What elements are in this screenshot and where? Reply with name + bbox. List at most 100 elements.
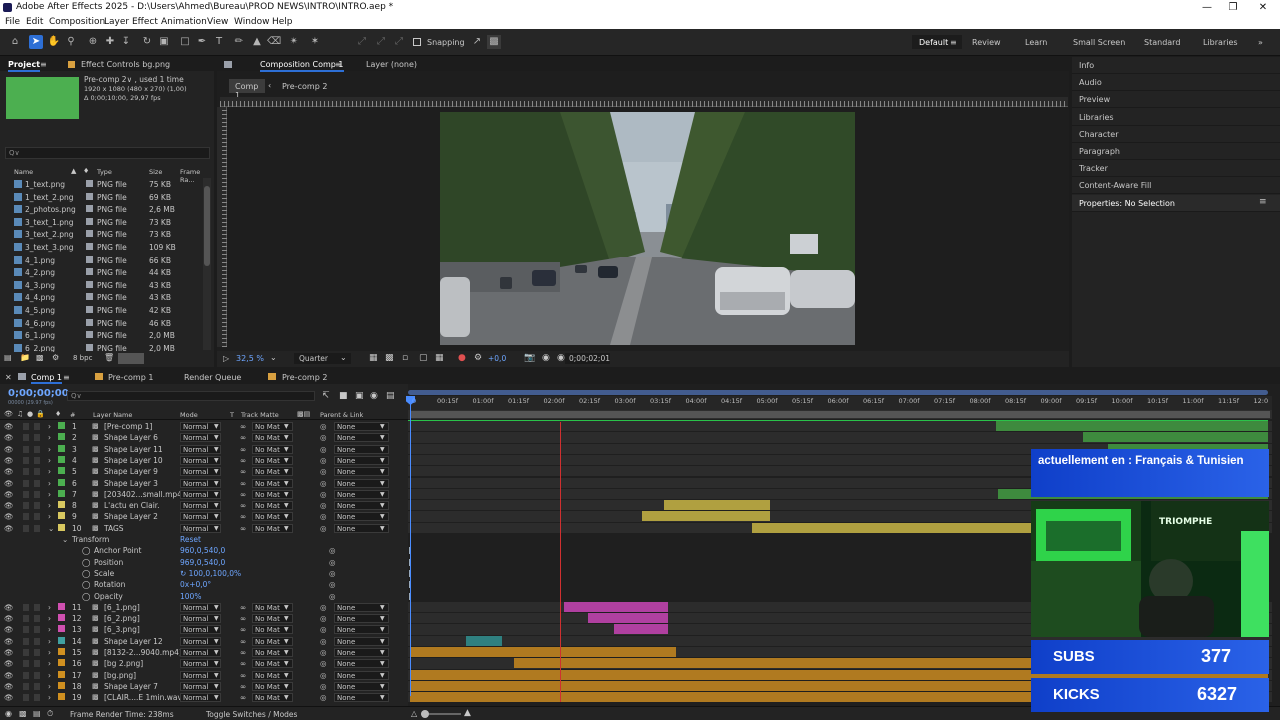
label-color-swatch[interactable] [58, 512, 65, 520]
delete-icon[interactable]: 🗑 [104, 353, 114, 362]
transform-reset[interactable]: Reset [180, 535, 201, 544]
reset-exposure-icon[interactable]: ⚙ [474, 353, 482, 363]
label-color-swatch[interactable] [58, 670, 65, 678]
visibility-eye-icon[interactable]: 👁 [4, 433, 14, 442]
pick-whip-icon[interactable]: ◎ [320, 456, 327, 465]
twirl-collapsed-icon[interactable]: › [48, 456, 51, 465]
selection-tool-icon[interactable]: ➤ [29, 35, 43, 49]
project-scrollbar[interactable] [203, 178, 211, 350]
visibility-eye-icon[interactable]: 👁 [4, 603, 14, 612]
tab-comp1[interactable]: Comp 1 [31, 373, 62, 384]
menu-file[interactable]: File [5, 15, 20, 29]
label-color-swatch[interactable] [58, 433, 65, 441]
property-value[interactable]: 969,0,540,0 [180, 558, 225, 567]
twirl-collapsed-icon[interactable]: › [48, 422, 51, 431]
transform-property[interactable]: ◯ Opacity 100% ◎ [0, 591, 408, 602]
transform-property[interactable]: ◯ Rotation 0x+0,0° ◎ [0, 579, 408, 590]
layer-name[interactable]: Shape Layer 12 [104, 637, 163, 646]
magnification-value[interactable]: 32,5 % [236, 354, 264, 363]
lock-toggle[interactable] [34, 660, 40, 668]
layer-row[interactable]: 👁 › 1 ▩ [Pre-comp 1] Normal ▼ ∞ No Mat ▼ ◎ None ▼ [0, 421, 408, 432]
label-tag-icon[interactable]: ♦ [83, 167, 89, 175]
menu-composition[interactable]: Composition [49, 15, 105, 29]
solo-toggle[interactable] [23, 445, 29, 453]
label-color-swatch[interactable] [58, 602, 65, 610]
label-color-swatch[interactable] [58, 467, 65, 475]
layer-name[interactable]: [Pre-comp 1] [104, 422, 152, 431]
project-file-row[interactable]: 2_photos.png PNG file 2,6 MB [0, 203, 212, 216]
solo-toggle[interactable] [23, 479, 29, 487]
lock-toggle[interactable] [34, 671, 40, 679]
zoom-out-icon[interactable]: △ [411, 709, 417, 718]
project-file-row[interactable]: 3_text_2.png PNG file 73 KB [0, 228, 212, 241]
pan-tool-icon[interactable]: ✚ [103, 35, 117, 49]
menu-effect[interactable]: Effect [132, 15, 158, 29]
grid-guides-icon[interactable]: ▦ [435, 353, 444, 363]
lock-toggle[interactable] [34, 682, 40, 690]
solo-toggle[interactable] [23, 468, 29, 476]
project-file-row[interactable]: 4_2.png PNG file 44 KB [0, 266, 212, 279]
visibility-eye-icon[interactable]: 👁 [4, 490, 14, 499]
layer-tab[interactable]: Layer (none) [366, 60, 417, 69]
label-color-swatch[interactable] [86, 280, 93, 288]
visibility-eye-icon[interactable]: 👁 [4, 671, 14, 680]
menu-help[interactable]: Help [272, 15, 293, 29]
matte-link-icon[interactable]: ∞ [240, 467, 246, 476]
property-value[interactable]: ↻ 100,0,100,0% [180, 569, 241, 578]
label-color-swatch[interactable] [58, 614, 65, 622]
breadcrumb-comp1[interactable]: Comp 1 [229, 79, 265, 100]
snap-features-icon[interactable]: ▩ [487, 35, 501, 49]
snap-edges-icon[interactable]: ↗ [470, 35, 484, 49]
stopwatch-icon[interactable]: ◯ [82, 569, 90, 578]
col-t[interactable]: T [230, 411, 234, 419]
breadcrumb-precomp2[interactable]: Pre-comp 2 [282, 82, 327, 91]
label-color-swatch[interactable] [86, 293, 93, 301]
visibility-eye-icon[interactable]: 👁 [4, 456, 14, 465]
lock-header-icon[interactable]: 🔒 [36, 410, 45, 418]
tab-precomp2[interactable]: Pre-comp 2 [282, 373, 327, 382]
expression-icon[interactable]: ◎ [329, 580, 336, 589]
snapping-checkbox[interactable] [413, 38, 421, 46]
layer-row[interactable]: 👁 › 15 ▩ [8132-2...9040.mp4] Normal ▼ ∞ No Mat ▼ ◎… [0, 647, 408, 658]
project-file-row[interactable]: 6_2.png PNG file 2,0 MB [0, 342, 212, 352]
solo-toggle[interactable] [23, 513, 29, 521]
lock-toggle[interactable] [34, 423, 40, 430]
puppet-tool-icon[interactable]: ✶ [308, 35, 322, 49]
show-snapshot-icon[interactable]: ◉ [542, 353, 550, 363]
twirl-collapsed-icon[interactable]: › [48, 603, 51, 612]
layer-duration-bar[interactable] [564, 601, 668, 612]
layer-row[interactable]: 👁 › 16 ▩ [bg 2.png] Normal ▼ ∞ No Mat ▼ ◎ None ▼ [0, 658, 408, 669]
pick-whip-icon[interactable]: ◎ [320, 490, 327, 499]
project-file-row[interactable]: 4_1.png PNG file 66 KB [0, 254, 212, 267]
snapshot-icon[interactable]: 📷 [524, 353, 535, 363]
twirl-expanded-icon[interactable]: ⌄ [62, 535, 68, 544]
time-navigator[interactable] [408, 390, 1268, 395]
audio-header-icon[interactable]: ♫ [17, 410, 23, 418]
solo-toggle[interactable] [23, 615, 29, 623]
label-color-swatch[interactable] [58, 501, 65, 509]
solo-toggle[interactable] [23, 502, 29, 510]
visibility-eye-icon[interactable]: 👁 [4, 512, 14, 521]
pick-whip-icon[interactable]: ◎ [320, 614, 327, 623]
transparency-grid-icon[interactable]: ▩ [385, 353, 394, 363]
menu-view[interactable]: View [207, 15, 228, 29]
matte-link-icon[interactable]: ∞ [240, 693, 246, 702]
matte-link-icon[interactable]: ∞ [240, 512, 246, 521]
label-color-swatch[interactable] [58, 523, 65, 531]
twirl-collapsed-icon[interactable]: › [48, 501, 51, 510]
solo-header-icon[interactable]: ● [27, 410, 33, 418]
bit-depth[interactable]: 8 bpc [73, 354, 92, 362]
label-color-swatch[interactable] [58, 625, 65, 633]
panel-audio[interactable]: Audio [1072, 74, 1280, 92]
label-color-swatch[interactable] [86, 306, 93, 313]
rectangle-tool-icon[interactable]: □ [178, 35, 192, 49]
visibility-eye-icon[interactable]: 👁 [4, 524, 14, 533]
stopwatch-icon[interactable]: ◯ [82, 558, 90, 567]
stopwatch-icon[interactable]: ◯ [82, 546, 90, 555]
solo-toggle[interactable] [23, 456, 29, 464]
pan-behind-tool-icon[interactable]: ▣ [157, 35, 171, 49]
transform-property[interactable]: ◯ Anchor Point 960,0,540,0 ◎ [0, 545, 408, 556]
dolly-tool-icon[interactable]: ↧ [119, 35, 133, 49]
layer-name[interactable]: L'actu en Clair. [104, 501, 160, 510]
property-value[interactable]: 100% [180, 592, 201, 601]
